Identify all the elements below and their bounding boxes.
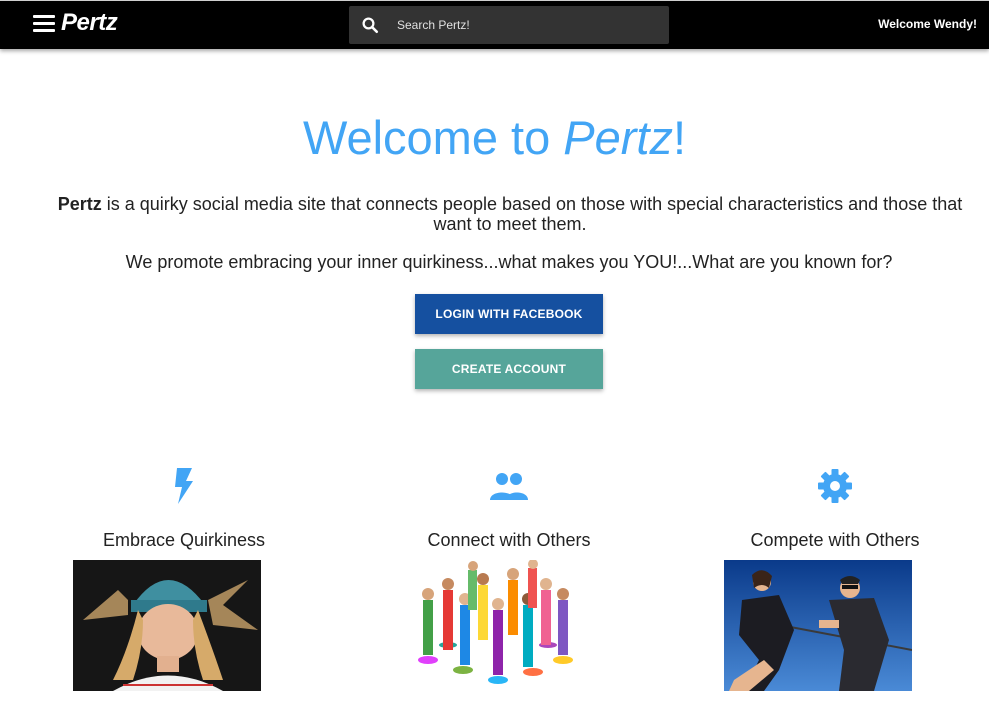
hamburger-menu-icon[interactable] (33, 15, 55, 33)
gear-icon (818, 469, 852, 503)
feature-compete: Compete with Others (685, 466, 985, 550)
feature-title: Connect with Others (427, 530, 591, 550)
search-icon[interactable] (361, 16, 379, 34)
feature-connect: Connect with Others (359, 466, 659, 550)
brand-logo[interactable]: Pertz (61, 9, 118, 37)
feature-title: Compete with Others (750, 530, 920, 550)
login-facebook-button[interactable]: LOGIN WITH FACEBOOK (415, 294, 603, 334)
search-input[interactable] (397, 6, 657, 44)
quirky-girl-photo (73, 560, 261, 691)
navbar-top-border (0, 0, 989, 1)
title-suffix: ! (672, 111, 687, 164)
tagline: We promote embracing your inner quirkine… (125, 252, 893, 272)
site-description: Pertz is a quirky social media site that… (40, 194, 980, 234)
title-brand: Pertz (563, 111, 673, 164)
welcome-user-text: Welcome Wendy! (878, 17, 977, 31)
description-brand: Pertz (57, 194, 102, 214)
flash-icon (175, 468, 193, 504)
title-prefix: Welcome to (302, 111, 564, 164)
connected-people-photo (403, 560, 591, 691)
feature-title: Embrace Quirkiness (102, 530, 266, 550)
tug-of-war-photo (724, 560, 912, 691)
people-icon (490, 473, 528, 500)
search-bar[interactable] (349, 6, 669, 44)
description-text: is a quirky social media site that conne… (101, 194, 963, 234)
page-title: Welcome to Pertz! (0, 110, 989, 165)
top-navbar: Pertz Welcome Wendy! (0, 0, 989, 49)
feature-embrace-quirkiness: Embrace Quirkiness (34, 466, 334, 550)
create-account-button[interactable]: CREATE ACCOUNT (415, 349, 603, 389)
